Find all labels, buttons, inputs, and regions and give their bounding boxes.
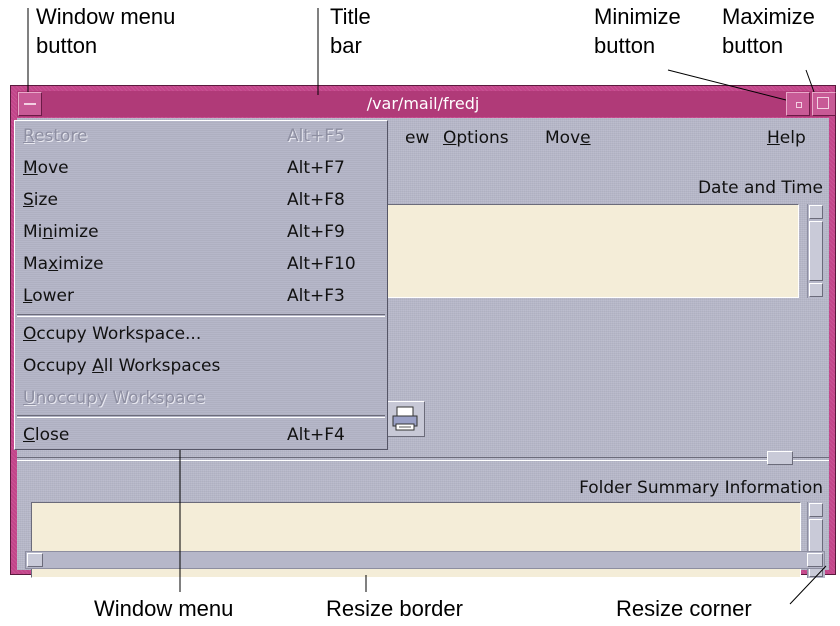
window-menu: Restore Alt+F5 Move Alt+F7 Size Alt+F8 M… [14, 120, 388, 450]
scroll-left-arrow[interactable] [27, 553, 43, 567]
callout-window-menu: Window menu [94, 596, 234, 621]
menu-item-close[interactable]: Close Alt+F4 [23, 420, 379, 450]
window-title: /var/mail/fredj [366, 94, 480, 113]
menu-item-size[interactable]: Size Alt+F8 [23, 185, 379, 215]
message-view-hscroll[interactable] [25, 551, 825, 569]
menu-item-move[interactable]: Move Alt+F7 [23, 153, 379, 183]
menu-item-restore[interactable]: Restore Alt+F5 [23, 121, 379, 151]
callout-title-bar: Title bar [330, 4, 371, 58]
menu-view[interactable]: ew [405, 128, 429, 148]
menu-separator [17, 314, 385, 317]
callout-resize-border: Resize border [326, 596, 463, 621]
scroll-right-arrow[interactable] [807, 553, 823, 567]
callout-maximize-button: Maximize button [722, 4, 815, 58]
scroll-thumb[interactable] [809, 221, 823, 281]
callout-resize-corner: Resize corner [616, 596, 752, 621]
menu-item-lower[interactable]: Lower Alt+F3 [23, 281, 379, 311]
menu-item-occupy-workspace[interactable]: Occupy Workspace... [23, 319, 379, 349]
title-bar[interactable]: /var/mail/fredj [17, 91, 829, 117]
scroll-up-arrow[interactable] [809, 205, 823, 219]
menu-help[interactable]: Help [767, 128, 806, 148]
minimize-button[interactable] [786, 92, 810, 116]
dot-square-icon [796, 102, 802, 108]
callout-window-menu-button: Window menu button [36, 4, 176, 58]
printer-icon [392, 406, 418, 431]
window-menu-button[interactable] [18, 92, 42, 116]
menu-item-maximize[interactable]: Maximize Alt+F10 [23, 249, 379, 279]
message-list-vscroll[interactable] [807, 204, 825, 298]
menu-move[interactable]: Move [545, 128, 591, 148]
menu-separator [17, 415, 385, 418]
scroll-down-arrow[interactable] [809, 283, 823, 297]
menu-item-minimize[interactable]: Minimize Alt+F9 [23, 217, 379, 247]
folder-summary-header: Folder Summary Information [579, 478, 823, 498]
scroll-up-arrow[interactable] [809, 503, 823, 517]
dash-icon [24, 103, 36, 105]
date-time-header: Date and Time [697, 178, 823, 198]
menu-item-unoccupy-workspace[interactable]: Unoccupy Workspace [23, 383, 379, 413]
callout-minimize-button: Minimize button [594, 4, 681, 58]
print-button[interactable] [385, 401, 425, 437]
menu-options[interactable]: Options [443, 128, 509, 148]
square-icon [817, 97, 829, 109]
maximize-button[interactable] [812, 92, 836, 116]
pane-divider[interactable] [17, 457, 829, 461]
sash-handle[interactable] [767, 451, 793, 465]
menu-item-occupy-all-workspaces[interactable]: Occupy All Workspaces [23, 351, 379, 381]
